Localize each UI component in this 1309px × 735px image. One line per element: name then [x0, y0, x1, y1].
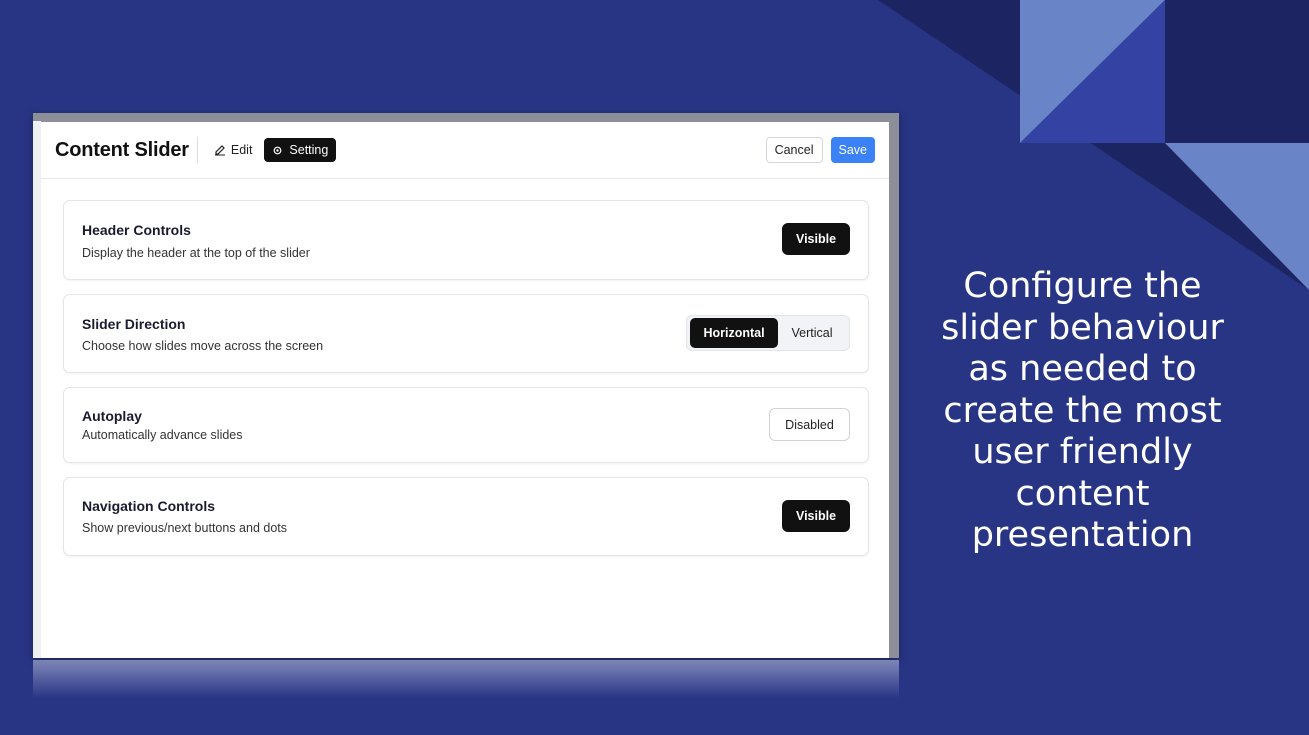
- divider: [196, 137, 198, 163]
- gear-icon: [274, 146, 282, 154]
- setting-card-slider-direction: Slider Direction Choose how slides move …: [63, 294, 869, 373]
- tab-edit-label: Edit: [230, 143, 253, 157]
- modal-header: Content Slider Edit Setting Cancel Save: [41, 122, 889, 179]
- background-app-strip: [33, 121, 41, 658]
- setting-description: Automatically advance slides: [82, 428, 243, 442]
- screenshot-reflection: [33, 660, 899, 698]
- content-slider-modal: Content Slider Edit Setting Cancel Save: [41, 122, 889, 658]
- setting-title: Navigation Controls: [82, 498, 216, 514]
- save-button[interactable]: Save: [830, 137, 875, 163]
- slide-caption: Configure the slider behaviour as needed…: [941, 266, 1224, 555]
- setting-card-navigation-controls: Navigation Controls Show previous/next b…: [63, 477, 869, 556]
- setting-title: Autoplay: [82, 408, 142, 424]
- setting-description: Choose how slides move across the screen: [82, 339, 324, 353]
- setting-card-header-controls: Header Controls Display the header at th…: [63, 200, 869, 280]
- edit-icon: [214, 145, 225, 156]
- navigation-visibility-toggle[interactable]: Visible: [782, 500, 850, 532]
- direction-segmented-control: Horizontal Vertical: [686, 315, 850, 351]
- header-visibility-toggle[interactable]: Visible: [782, 223, 850, 255]
- setting-title: Slider Direction: [82, 316, 186, 332]
- modal-title: Content Slider: [55, 138, 189, 161]
- direction-option-vertical[interactable]: Vertical: [778, 318, 846, 348]
- header-actions: Cancel Save: [765, 137, 875, 163]
- tab-setting-label: Setting: [289, 143, 329, 157]
- tab-edit[interactable]: Edit: [208, 139, 259, 161]
- setting-card-autoplay: Autoplay Automatically advance slides Di…: [63, 387, 869, 463]
- setting-description: Display the header at the top of the sli…: [82, 246, 310, 260]
- setting-description: Show previous/next buttons and dots: [82, 521, 287, 535]
- direction-option-horizontal[interactable]: Horizontal: [690, 318, 778, 348]
- autoplay-toggle[interactable]: Disabled: [769, 408, 850, 441]
- cancel-button[interactable]: Cancel: [765, 137, 823, 163]
- tab-setting[interactable]: Setting: [264, 138, 337, 162]
- setting-title: Header Controls: [82, 222, 191, 238]
- screenshot-frame: Content Slider Edit Setting Cancel Save: [33, 113, 899, 658]
